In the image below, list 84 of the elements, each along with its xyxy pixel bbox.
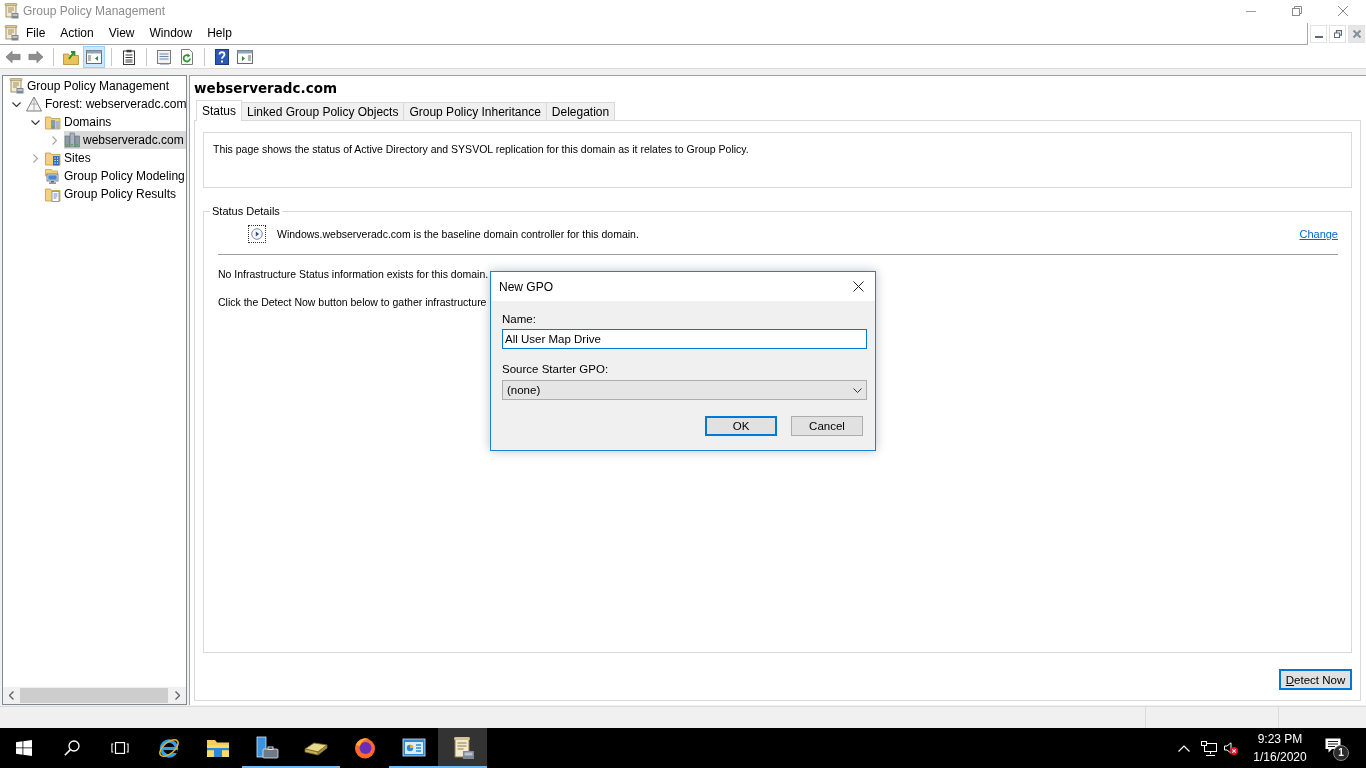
dialog-button[interactable]: OK bbox=[705, 416, 777, 436]
tree-item[interactable]: webserveradc.com bbox=[64, 131, 186, 149]
domain-heading: webserveradc.com bbox=[194, 79, 338, 98]
source-dropdown[interactable]: (none) bbox=[502, 380, 867, 400]
caret-up-icon[interactable] bbox=[1178, 744, 1190, 752]
speaker-icon[interactable] bbox=[1224, 742, 1232, 754]
scroll-right-icon[interactable] bbox=[175, 691, 180, 700]
tree-item[interactable]: Domains bbox=[45, 113, 114, 131]
name-field[interactable]: All User Map Drive bbox=[502, 329, 867, 349]
globe-icon bbox=[352, 736, 377, 760]
ring-orbit-icon bbox=[156, 736, 181, 760]
menu-item[interactable]: Action bbox=[52, 23, 102, 43]
folder-document-icon bbox=[45, 186, 61, 202]
restore-button[interactable] bbox=[1329, 25, 1346, 43]
dialog-button[interactable]: Cancel bbox=[791, 416, 863, 436]
name-label: Name: bbox=[502, 312, 536, 326]
restore-icon bbox=[1292, 6, 1302, 16]
group-title: Status Details bbox=[211, 205, 281, 217]
windows-logo-icon bbox=[16, 740, 32, 756]
folder-up-icon bbox=[63, 48, 79, 65]
toolbar-button[interactable] bbox=[83, 45, 105, 68]
tab[interactable]: Delegation bbox=[545, 102, 616, 120]
play-circle-icon bbox=[251, 228, 263, 240]
window-list-icon bbox=[156, 48, 172, 65]
tree-item[interactable]: Group Policy Modeling bbox=[45, 167, 187, 185]
help-icon bbox=[214, 48, 230, 65]
tree-item[interactable]: Forest: webserveradc.com bbox=[26, 95, 189, 113]
baseline-text: Windows.webserveradc.com is the baseline domain controller for this domain. bbox=[277, 228, 639, 240]
tree-item[interactable]: Sites bbox=[45, 149, 93, 167]
source-label: Source Starter GPO: bbox=[502, 362, 609, 376]
status-message: No Infrastructure Status information exists for this domain. bbox=[218, 268, 489, 280]
horizontal-scrollbar[interactable] bbox=[3, 687, 186, 704]
tab[interactable]: Group Policy Inheritance bbox=[403, 102, 547, 120]
pane-icon bbox=[86, 48, 102, 65]
close-icon bbox=[1338, 6, 1348, 16]
window-title: Group Policy Management bbox=[23, 4, 166, 18]
tab[interactable]: Linked Group Policy Objects bbox=[241, 102, 405, 120]
pane-right-icon bbox=[237, 48, 253, 65]
tab[interactable]: Status bbox=[196, 100, 243, 121]
network-monitor-icon[interactable] bbox=[1201, 740, 1217, 756]
menu-item[interactable]: File bbox=[19, 23, 53, 43]
minimize-icon bbox=[1246, 10, 1256, 12]
close-button[interactable] bbox=[1348, 25, 1365, 43]
menu-item[interactable]: View bbox=[101, 23, 142, 43]
menu-item[interactable]: Window bbox=[142, 23, 200, 43]
scroll-icon bbox=[8, 78, 24, 94]
chevron-down-icon[interactable] bbox=[12, 101, 21, 107]
minimize-button[interactable] bbox=[1310, 25, 1327, 43]
close-icon bbox=[852, 281, 864, 292]
scroll-left-icon[interactable] bbox=[9, 691, 14, 700]
chevron-down-icon[interactable] bbox=[31, 119, 40, 125]
info-text: This page shows the status of Active Directory and SYSVOL replication for this domain as it relates to Group Policy. bbox=[213, 143, 749, 155]
tree-item[interactable]: Group Policy Management bbox=[8, 77, 172, 95]
triangle-icon bbox=[26, 96, 42, 112]
dialog-title: New GPO bbox=[499, 279, 553, 294]
change-link[interactable]: Change bbox=[1299, 228, 1338, 240]
restore-icon bbox=[1333, 30, 1342, 38]
close-icon bbox=[1352, 30, 1361, 38]
detect-now-button[interactable]: Detect Now bbox=[1279, 669, 1352, 690]
scroll-icon bbox=[3, 3, 19, 19]
computer-icon bbox=[45, 168, 61, 184]
arrow-left-icon bbox=[5, 48, 21, 65]
servers-icon bbox=[64, 132, 80, 148]
taskbar-button[interactable] bbox=[438, 728, 487, 768]
scrollbar-thumb[interactable] bbox=[20, 688, 168, 703]
tree-item[interactable]: Group Policy Results bbox=[45, 185, 179, 203]
chevron-down-icon bbox=[853, 387, 862, 393]
menu-item[interactable]: Help bbox=[199, 23, 240, 43]
refresh-icon bbox=[179, 48, 195, 65]
tower-briefcase-icon bbox=[254, 736, 279, 760]
notification-count: 1 bbox=[1333, 745, 1349, 761]
clock-date: 1/16/2020 bbox=[1253, 749, 1307, 766]
chart-window-icon bbox=[401, 736, 426, 760]
folder-building-icon bbox=[45, 150, 61, 166]
clock-time: 9:23 PM bbox=[1257, 731, 1303, 748]
clipboard-icon bbox=[121, 48, 137, 65]
search-icon bbox=[63, 740, 81, 756]
arrow-right-icon bbox=[28, 48, 44, 65]
folder-server-icon bbox=[45, 114, 61, 130]
task-view-icon bbox=[111, 740, 129, 756]
expand-button[interactable] bbox=[248, 225, 266, 243]
status-message: Click the Detect Now button below to gather infrastructure bbox=[218, 296, 487, 308]
clock[interactable]: 9:23 PM 1/16/2020 bbox=[1248, 730, 1312, 766]
scroll-icon bbox=[3, 25, 19, 41]
